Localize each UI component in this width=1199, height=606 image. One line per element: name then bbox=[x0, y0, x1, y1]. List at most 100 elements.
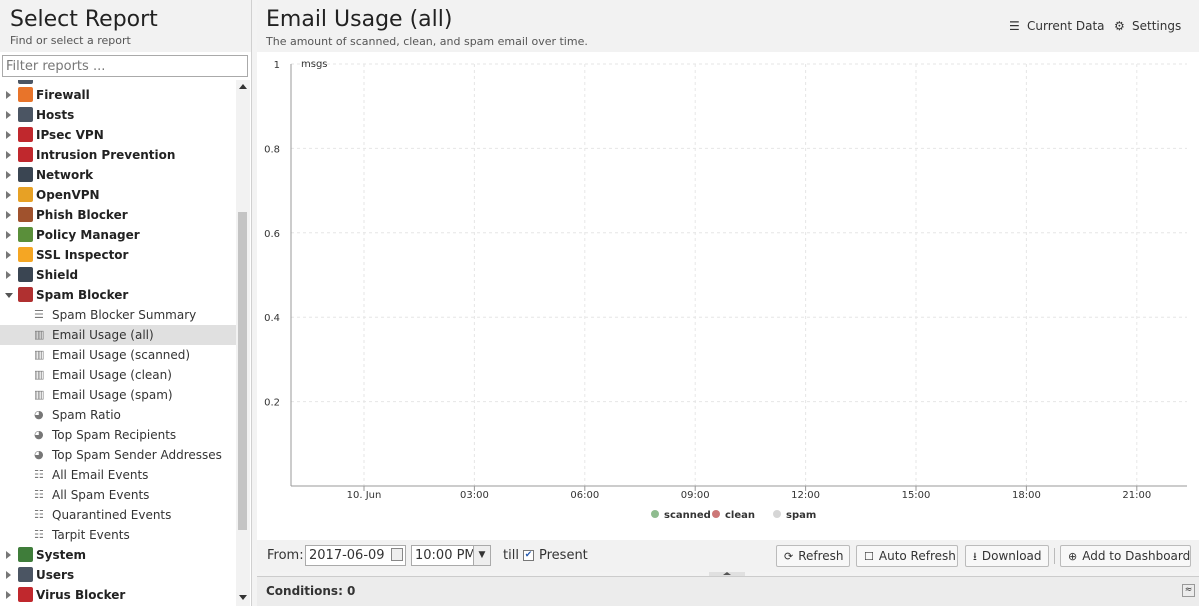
tree-category-shield[interactable]: Shield bbox=[0, 265, 236, 285]
x-tick-label: 06:00 bbox=[570, 490, 599, 501]
time-range-toolbar: From: 2017-06-09 10:00 PM ▼ till ✔ Prese… bbox=[257, 540, 1199, 572]
tree-category-ipsec-vpn[interactable]: IPsec VPN bbox=[0, 125, 236, 145]
category-label: SSL Inspector bbox=[36, 248, 129, 262]
report-item-label: Email Usage (all) bbox=[52, 328, 154, 342]
y-axis-label: msgs bbox=[301, 59, 328, 70]
tree-category-phish-blocker[interactable]: Phish Blocker bbox=[0, 205, 236, 225]
chevron-up-icon[interactable] bbox=[723, 572, 731, 575]
collapsed-arrow-icon[interactable] bbox=[6, 211, 11, 219]
add-to-dashboard-button[interactable]: ⊕ Add to Dashboard bbox=[1060, 545, 1191, 567]
scroll-up-icon[interactable] bbox=[239, 84, 247, 89]
legend-marker-scanned bbox=[651, 510, 659, 518]
collapsed-arrow-icon[interactable] bbox=[6, 231, 11, 239]
collapsed-arrow-icon[interactable] bbox=[6, 191, 11, 199]
collapsed-arrow-icon[interactable] bbox=[6, 171, 11, 179]
collapsed-arrow-icon[interactable] bbox=[6, 591, 11, 599]
collapsed-arrow-icon[interactable] bbox=[6, 251, 11, 259]
y-tick-label: 0.8 bbox=[264, 144, 280, 155]
tree-scrollbar[interactable] bbox=[236, 80, 250, 606]
category-label: Firewall bbox=[36, 88, 90, 102]
auto-refresh-button[interactable]: ☐ Auto Refresh bbox=[856, 545, 958, 567]
tree-category-ssl-inspector[interactable]: SSL Inspector bbox=[0, 245, 236, 265]
report-view: Email Usage (all) The amount of scanned,… bbox=[257, 0, 1199, 606]
tree-category-openvpn[interactable]: OpenVPN bbox=[0, 185, 236, 205]
report-item[interactable]: ▥ Email Usage (all) bbox=[0, 325, 236, 345]
download-icon: ⭳ bbox=[973, 550, 977, 563]
category-label: Intrusion Prevention bbox=[36, 148, 176, 162]
report-item[interactable]: ▥ Email Usage (scanned) bbox=[0, 345, 236, 365]
pie-chart-icon: ◕ bbox=[34, 428, 44, 441]
scrollbar-thumb[interactable] bbox=[238, 212, 247, 530]
present-checkbox[interactable]: ✔ bbox=[523, 550, 534, 561]
collapsed-arrow-icon[interactable] bbox=[6, 571, 11, 579]
collapsed-arrow-icon[interactable] bbox=[6, 271, 11, 279]
x-tick-label: 12:00 bbox=[791, 490, 820, 501]
report-item[interactable]: ☷ Tarpit Events bbox=[0, 525, 236, 545]
x-tick-label: 21:00 bbox=[1122, 490, 1151, 501]
report-item[interactable]: ◕ Top Spam Recipients bbox=[0, 425, 236, 445]
category-label: System bbox=[36, 548, 86, 562]
report-item[interactable]: ☷ All Email Events bbox=[0, 465, 236, 485]
report-item-label: Spam Ratio bbox=[52, 408, 121, 422]
report-item-label: Email Usage (spam) bbox=[52, 388, 173, 402]
collapsed-arrow-icon[interactable] bbox=[6, 111, 11, 119]
expanded-arrow-icon[interactable] bbox=[5, 293, 13, 298]
tree-category-spam-blocker[interactable]: Spam Blocker bbox=[0, 285, 236, 305]
y-tick-label: 0.4 bbox=[264, 313, 280, 324]
conditions-panel[interactable]: Conditions: 0 ≈ bbox=[257, 576, 1199, 606]
collapse-icon[interactable]: ≈ bbox=[1182, 584, 1195, 597]
tree-category-network[interactable]: Network bbox=[0, 165, 236, 185]
category-label: Network bbox=[36, 168, 94, 182]
pie-chart-icon: ◕ bbox=[34, 448, 44, 461]
report-item[interactable]: ☰ Spam Blocker Summary bbox=[0, 305, 236, 325]
tree-category-virus-blocker[interactable]: Virus Blocker bbox=[0, 585, 236, 605]
tree-category-firewall[interactable]: Firewall bbox=[0, 85, 236, 105]
report-item[interactable]: ▥ Email Usage (clean) bbox=[0, 365, 236, 385]
chevron-down-icon[interactable]: ▼ bbox=[473, 546, 490, 565]
collapsed-arrow-icon[interactable] bbox=[6, 91, 11, 99]
y-tick-label: 0.2 bbox=[264, 398, 280, 409]
from-date-field[interactable]: 2017-06-09 bbox=[305, 545, 406, 566]
tree-category-policy-manager[interactable]: Policy Manager bbox=[0, 225, 236, 245]
category-app-icon bbox=[18, 587, 33, 602]
collapsed-arrow-icon[interactable] bbox=[6, 131, 11, 139]
legend-marker-spam bbox=[773, 510, 781, 518]
email-usage-chart: 1 0.8 0.6 0.4 0.2 msgs 10. Jun 03:00 06:00 09:00 1… bbox=[264, 59, 1187, 521]
x-tick-label: 09:00 bbox=[681, 490, 710, 501]
bar-chart-icon: ▥ bbox=[34, 328, 45, 341]
settings-button[interactable]: ⚙ Settings bbox=[1114, 19, 1181, 33]
refresh-button[interactable]: ⟳ Refresh bbox=[776, 545, 850, 567]
category-app-icon bbox=[18, 227, 33, 242]
present-label: Present bbox=[539, 548, 588, 563]
list-icon: ☷ bbox=[34, 468, 44, 481]
report-item[interactable]: ▥ Email Usage (spam) bbox=[0, 385, 236, 405]
category-app-icon bbox=[18, 267, 33, 282]
legend-label-spam: spam bbox=[786, 510, 816, 521]
report-item[interactable]: ◕ Spam Ratio bbox=[0, 405, 236, 425]
scroll-down-icon[interactable] bbox=[239, 595, 247, 600]
tree-category-system[interactable]: System bbox=[0, 545, 236, 565]
download-button[interactable]: ⭳ Download bbox=[965, 545, 1049, 567]
x-tick-label: 10. Jun bbox=[347, 490, 382, 501]
current-data-button[interactable]: ☰ Current Data bbox=[1009, 19, 1105, 33]
report-item[interactable]: ◕ Top Spam Sender Addresses bbox=[0, 445, 236, 465]
category-label: OpenVPN bbox=[36, 188, 100, 202]
x-tick-label: 18:00 bbox=[1012, 490, 1041, 501]
from-time-field[interactable]: 10:00 PM ▼ bbox=[411, 545, 491, 566]
tree-category-users[interactable]: Users bbox=[0, 565, 236, 585]
report-item[interactable]: ☷ All Spam Events bbox=[0, 485, 236, 505]
filter-reports-input[interactable] bbox=[2, 55, 248, 77]
report-description: The amount of scanned, clean, and spam e… bbox=[266, 35, 588, 48]
tree-category-intrusion-prevention[interactable]: Intrusion Prevention bbox=[0, 145, 236, 165]
category-label: Shield bbox=[36, 268, 79, 282]
x-tick-label: 03:00 bbox=[460, 490, 489, 501]
legend-label-scanned: scanned bbox=[664, 510, 711, 521]
report-tree: Firewall Hosts IPsec VPN Intrusion Preventi… bbox=[0, 80, 236, 606]
y-tick-label: 1 bbox=[274, 60, 280, 71]
calendar-icon[interactable] bbox=[391, 548, 403, 561]
collapsed-arrow-icon[interactable] bbox=[6, 551, 11, 559]
auto-refresh-label: Auto Refresh bbox=[878, 549, 956, 563]
tree-category-hosts[interactable]: Hosts bbox=[0, 105, 236, 125]
collapsed-arrow-icon[interactable] bbox=[6, 151, 11, 159]
report-item[interactable]: ☷ Quarantined Events bbox=[0, 505, 236, 525]
